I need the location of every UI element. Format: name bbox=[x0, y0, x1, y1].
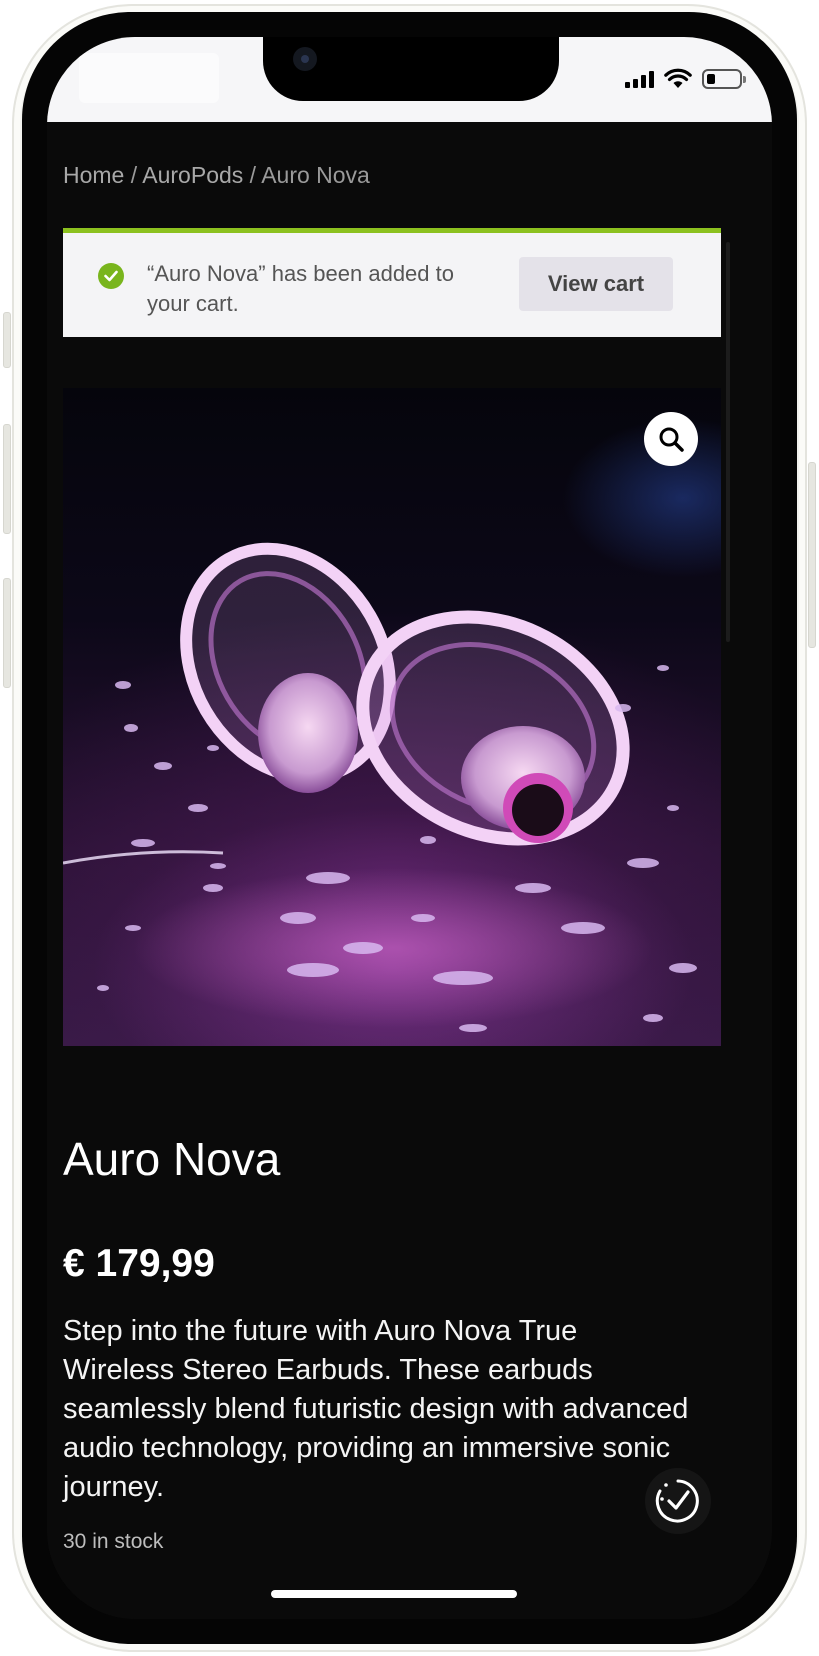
zoom-button[interactable] bbox=[644, 412, 698, 466]
earbuds-illustration bbox=[63, 542, 697, 1032]
breadcrumb-separator: / bbox=[124, 162, 143, 188]
product-image[interactable] bbox=[63, 388, 721, 1046]
front-camera bbox=[293, 47, 317, 71]
volume-down-button bbox=[3, 578, 11, 688]
breadcrumb-current: Auro Nova bbox=[261, 162, 370, 188]
breadcrumb-category[interactable]: AuroPods bbox=[142, 162, 243, 188]
battery-fill bbox=[707, 74, 715, 84]
notice-message: “Auro Nova” has been added to your cart. bbox=[147, 261, 454, 316]
mute-switch bbox=[3, 312, 11, 368]
product-price: € 179,99 bbox=[63, 1242, 215, 1285]
status-icons bbox=[625, 67, 746, 91]
home-indicator[interactable] bbox=[271, 1590, 517, 1598]
breadcrumb-home[interactable]: Home bbox=[63, 162, 124, 188]
search-icon bbox=[659, 427, 684, 452]
checkmark-badge-icon bbox=[655, 1479, 699, 1523]
check-circle-icon bbox=[98, 263, 124, 289]
power-button bbox=[808, 462, 816, 648]
view-cart-button[interactable]: View cart bbox=[519, 257, 673, 311]
volume-up-button bbox=[3, 424, 11, 534]
wifi-icon bbox=[664, 68, 692, 88]
added-to-cart-notice: “Auro Nova” has been added to your cart.… bbox=[63, 228, 721, 337]
floating-badge[interactable] bbox=[645, 1468, 711, 1534]
product-description: Step into the future with Auro Nova True… bbox=[63, 1315, 689, 1503]
battery-icon bbox=[702, 69, 746, 89]
product-page: Home / AuroPods / Auro Nova “Auro Nova” … bbox=[47, 122, 772, 1619]
product-title: Auro Nova bbox=[63, 1133, 281, 1185]
scrollbar[interactable] bbox=[726, 242, 730, 642]
screen: Home / AuroPods / Auro Nova “Auro Nova” … bbox=[47, 37, 772, 1619]
status-bar bbox=[47, 37, 772, 122]
stock-status: 30 in stock bbox=[63, 1530, 164, 1553]
breadcrumb: Home / AuroPods / Auro Nova bbox=[63, 162, 370, 189]
breadcrumb-separator: / bbox=[243, 162, 262, 188]
notch bbox=[263, 37, 559, 101]
signal-bars-icon bbox=[625, 70, 654, 88]
status-time-area bbox=[79, 53, 219, 103]
